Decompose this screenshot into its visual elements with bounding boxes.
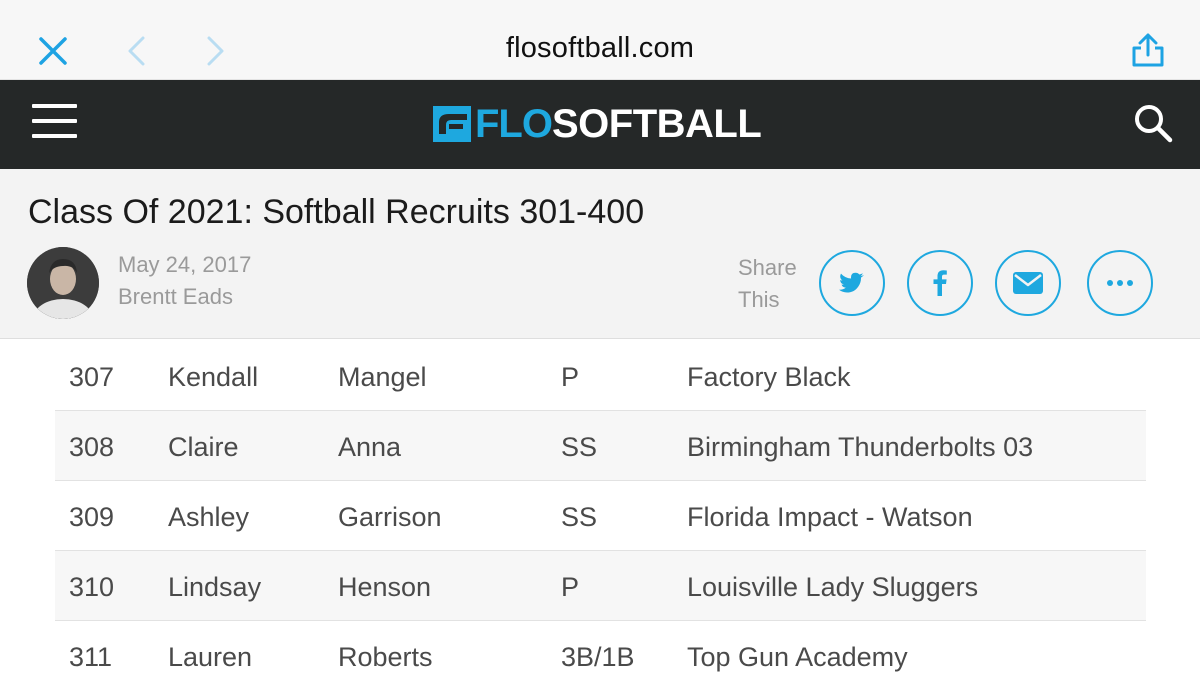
author-avatar[interactable] (27, 247, 99, 319)
facebook-icon (933, 270, 947, 296)
team-cell: Florida Impact - Watson (687, 502, 973, 532)
first-name-cell: Lauren (168, 642, 253, 672)
share-email-button[interactable] (995, 250, 1061, 316)
address-bar-url[interactable]: flosoftball.com (0, 32, 1200, 65)
article-author[interactable]: Brentt Eads (118, 284, 233, 310)
first-name-cell: Claire (168, 432, 239, 462)
position-cell: 3B/1B (561, 642, 635, 672)
article-title: Class Of 2021: Softball Recruits 301-400 (28, 193, 645, 231)
last-name-cell: Henson (338, 572, 432, 602)
table-row: 311 Lauren Roberts 3B/1B Top Gun Academy (55, 621, 1146, 691)
last-name-cell: Garrison (338, 502, 442, 532)
share-facebook-button[interactable] (907, 250, 973, 316)
more-icon (1107, 280, 1133, 286)
twitter-icon (839, 272, 864, 293)
position-cell: SS (561, 432, 598, 462)
rank-cell: 309 (69, 502, 115, 532)
last-name-cell: Roberts (338, 642, 433, 672)
table-row: 308 Claire Anna SS Birmingham Thunderbol… (55, 411, 1146, 481)
share-twitter-button[interactable] (819, 250, 885, 316)
last-name-cell: Mangel (338, 362, 427, 392)
position-cell: P (561, 572, 580, 602)
team-cell: Birmingham Thunderbolts 03 (687, 432, 1034, 462)
position-cell: SS (561, 502, 598, 532)
first-name-cell: Kendall (168, 362, 259, 392)
recruits-table: 307 Kendall Mangel P Factory Black 308 C… (55, 341, 1146, 691)
rank-cell: 310 (69, 572, 115, 602)
rank-cell: 308 (69, 432, 115, 462)
share-more-button[interactable] (1087, 250, 1153, 316)
search-icon[interactable] (1133, 103, 1173, 143)
first-name-cell: Lindsay (168, 572, 262, 602)
team-cell: Factory Black (687, 362, 851, 392)
author-photo (27, 247, 99, 319)
table-row: 309 Ashley Garrison SS Florida Impact - … (55, 481, 1146, 551)
share-label: Share This (738, 255, 797, 312)
team-cell: Louisville Lady Sluggers (687, 572, 979, 602)
first-name-cell: Ashley (168, 502, 250, 532)
last-name-cell: Anna (338, 432, 402, 462)
table-row: 307 Kendall Mangel P Factory Black (55, 341, 1146, 411)
email-icon (1013, 272, 1043, 294)
team-cell: Top Gun Academy (687, 642, 908, 672)
menu-icon[interactable] (32, 104, 77, 138)
table-row: 310 Lindsay Henson P Louisville Lady Slu… (55, 551, 1146, 621)
logo-sport-text: SOFTBALL (551, 102, 762, 146)
rank-cell: 307 (69, 362, 115, 392)
rank-cell: 311 (69, 642, 113, 672)
article-date: May 24, 2017 (118, 252, 252, 277)
logo-flo-text: FLO (475, 102, 553, 146)
flosoftball-logo[interactable]: FLO SOFTBALL (433, 102, 762, 146)
position-cell: P (561, 362, 580, 392)
flo-logo-icon (433, 106, 471, 142)
share-icon[interactable] (1130, 32, 1166, 68)
